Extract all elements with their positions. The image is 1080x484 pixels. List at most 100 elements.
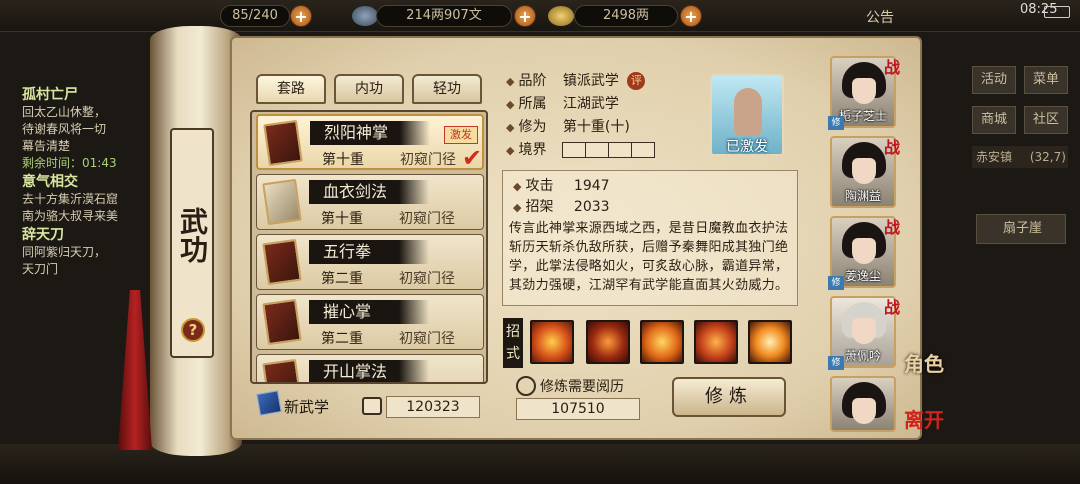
requirement-label: 修炼需要阅历 xyxy=(540,379,624,395)
skill-book-icon xyxy=(262,358,302,382)
book-icon xyxy=(362,397,382,415)
parry-value: 2033 xyxy=(573,199,610,215)
skill-item-wuxing[interactable]: 五行拳 第二重 初窥门径 xyxy=(256,234,484,290)
attack-label: 攻击 xyxy=(525,178,554,194)
skill-item-xueyi[interactable]: 血衣剑法 第十重 初窥门径 xyxy=(256,174,484,230)
realm-slots xyxy=(561,142,655,158)
cultivation-label: 修为 xyxy=(518,119,547,135)
skill-portrait: 已激发 xyxy=(710,74,784,156)
quest-tracker[interactable]: 孤村亡尸 回太乙山休整， 待谢春风将一切 幕告清楚 剩余时间：01:43 意气相… xyxy=(22,85,162,315)
sect-value: 江湖武学 xyxy=(562,96,619,112)
skill-item-lieyang[interactable]: 烈阳神掌 激发 第十重 初窥门径 ✔ xyxy=(256,114,484,172)
add-silver-button[interactable]: + xyxy=(680,5,702,27)
stamina-counter: 85/240 xyxy=(220,5,290,27)
grade-label: 品阶 xyxy=(518,73,547,89)
realm-label: 境界 xyxy=(518,142,547,158)
add-copper-button[interactable]: + xyxy=(514,5,536,27)
training-tag: 修 xyxy=(828,356,844,370)
character-card[interactable]: 战 萧佩吟 修 xyxy=(828,296,900,370)
quest-line: 天刀门 xyxy=(22,262,59,276)
sect-row: ◆ 所属 江湖武学 xyxy=(506,96,619,112)
quest-timer: 剩余时间：01:43 xyxy=(22,156,117,170)
skill-stage: 初窥门径 xyxy=(399,331,455,347)
tab-lightness-skill[interactable]: 轻功 xyxy=(412,74,482,104)
moves-label-char: 招 xyxy=(506,324,520,340)
silver-ingot-icon xyxy=(548,6,574,26)
book-icon xyxy=(516,376,536,396)
rate-button[interactable]: 评 xyxy=(627,72,646,90)
quest-line: 去十方集沂漠石窟 xyxy=(22,192,119,206)
copper-icon xyxy=(352,6,378,26)
grade-value: 镇派武学 xyxy=(562,73,619,89)
cultivation-value: 第十重(十) xyxy=(562,119,630,135)
cultivation-row: ◆ 修为 第十重(十) xyxy=(506,119,630,135)
new-skill-label[interactable]: 新武学 xyxy=(284,396,329,417)
quest-title: 辞天刀 xyxy=(22,227,64,243)
shop-button[interactable]: 商城 xyxy=(972,106,1016,134)
character-card[interactable]: 战 陶渊益 xyxy=(830,136,900,208)
skill-level: 第十重 xyxy=(321,211,363,227)
community-button[interactable]: 社区 xyxy=(1024,106,1068,134)
location-name: 赤安镇 xyxy=(976,150,1013,164)
character-card[interactable] xyxy=(830,376,896,432)
skill-item-cuixin[interactable]: 摧心掌 第二重 初窥门径 xyxy=(256,294,484,350)
quest-line: 待谢春风将一切 xyxy=(22,122,107,136)
tab-routines[interactable]: 套路 xyxy=(256,74,326,104)
parry-label: 招架 xyxy=(525,199,554,215)
location-bar: 赤安镇 (32,7) xyxy=(972,146,1068,168)
character-card[interactable]: 战 姜逸尘 修 xyxy=(828,216,900,290)
avatar-face xyxy=(852,318,876,344)
help-icon[interactable]: ? xyxy=(181,318,205,342)
checkmark-icon: ✔ xyxy=(462,144,483,172)
skill-name: 血衣剑法 xyxy=(309,180,429,204)
silver-counter: 2498两 xyxy=(574,5,678,27)
leave-button[interactable]: 离开 xyxy=(904,404,944,433)
panel-title: 武功 xyxy=(176,207,209,263)
skill-name: 开山掌法 xyxy=(309,360,429,382)
avatar-face xyxy=(852,238,876,264)
battle-tag: 战 xyxy=(883,298,900,317)
skill-name: 摧心掌 xyxy=(309,300,429,324)
grade-row: ◆ 品阶 镇派武学 评 xyxy=(506,70,646,93)
role-button[interactable]: 角色 xyxy=(904,348,944,377)
notice-button[interactable]: 公告 xyxy=(866,7,894,27)
move-icon-5[interactable] xyxy=(748,320,792,364)
copper-counter: 214两907文 xyxy=(376,5,512,27)
move-icon-3[interactable] xyxy=(640,320,684,364)
move-icon-4[interactable] xyxy=(694,320,738,364)
quest-title: 孤村亡尸 xyxy=(22,87,78,103)
add-stamina-button[interactable]: + xyxy=(290,5,312,27)
skill-book-icon xyxy=(262,238,302,286)
activity-button[interactable]: 活动 xyxy=(972,66,1016,94)
skill-level: 第二重 xyxy=(321,271,363,287)
skill-description-box: ◆ 攻击 1947 ◆ 招架 2033 传言此神掌来源西域之西，是昔日魔教血衣护法斩… xyxy=(502,170,798,306)
train-button[interactable]: 修炼 xyxy=(672,377,786,417)
tab-inner-skill[interactable]: 内功 xyxy=(334,74,404,104)
avatar-face xyxy=(852,158,876,184)
move-icon-2[interactable] xyxy=(586,320,630,364)
skill-list[interactable]: 烈阳神掌 激发 第十重 初窥门径 ✔ 血衣剑法 第十重 初窥门径 五行拳 第二重… xyxy=(250,110,488,384)
training-tag: 修 xyxy=(828,116,844,130)
exp-points: 120323 xyxy=(386,396,480,418)
attack-value: 1947 xyxy=(573,178,610,194)
moves-label-char: 式 xyxy=(506,346,520,362)
location-coords: (32,7) xyxy=(1029,150,1066,164)
menu-button[interactable]: 菜单 xyxy=(1024,66,1068,94)
character-card[interactable]: 战 栀子芝士 修 xyxy=(828,56,900,130)
top-bar xyxy=(0,0,1080,32)
new-skill-book-icon[interactable] xyxy=(256,390,282,416)
skill-stage: 初窥门径 xyxy=(399,211,455,227)
move-icon-1[interactable] xyxy=(530,320,574,364)
battle-tag: 战 xyxy=(883,218,900,237)
skill-description: 传言此神掌来源西域之西，是昔日魔教血衣护法斩历天斩杀仇敌所获，后赠予秦舞阳成其独… xyxy=(509,221,789,293)
avatar-face xyxy=(852,398,876,424)
activated-label: 已激发 xyxy=(726,139,768,155)
requirement-value: 107510 xyxy=(516,398,640,420)
skill-book-icon xyxy=(262,298,302,346)
place-button[interactable]: 扇子崖 xyxy=(976,214,1066,244)
parry-row: ◆ 招架 2033 xyxy=(513,199,610,215)
skill-item-kaishan[interactable]: 开山掌法 xyxy=(256,354,484,382)
battle-tag: 战 xyxy=(883,58,900,77)
character-name: 陶渊益 xyxy=(844,189,881,203)
activated-badge: 激发 xyxy=(444,126,478,144)
